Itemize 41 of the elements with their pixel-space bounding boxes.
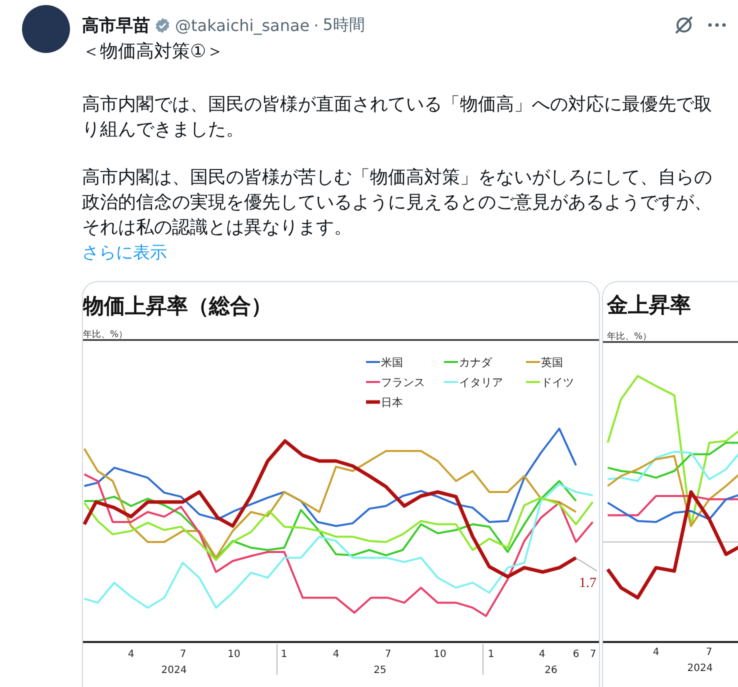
post-title: ＜物価高対策①＞ [82, 40, 226, 64]
avatar[interactable] [22, 5, 70, 53]
author-handle[interactable]: @takaichi_sanae [175, 16, 310, 34]
tick-label: 4 [538, 649, 546, 660]
more-icon[interactable] [708, 23, 726, 27]
legend-label: イタリア [459, 376, 503, 389]
year-label: 2024 [161, 665, 187, 676]
tick-label: 7 [384, 649, 392, 660]
leader-line [576, 558, 598, 572]
tick-label: 1 [280, 649, 288, 660]
tick-label: 10 [434, 649, 446, 660]
tick-label: 4 [128, 649, 134, 660]
tick-label: 10 [228, 649, 240, 660]
unit-label: 年比、%） [607, 332, 652, 342]
legend-label: 英国 [541, 356, 563, 369]
slashed-circle-icon[interactable] [674, 15, 694, 35]
legend-label: フランス [381, 376, 425, 389]
year-label: 26 [544, 665, 558, 676]
tick-label: 4 [652, 647, 660, 658]
post-paragraph: 高市内閣は、国民の皆様が苦しむ「物価高対策」をないがしろにして、自らの政治的信念の実現を優先しているように見えるとのご意見があるようですが、それは私の認識とは異なります。 [82, 166, 712, 240]
tick-label: 1 [488, 649, 494, 660]
chart-image[interactable]: 金上昇率 年比、%） 4 7 2024 [602, 281, 738, 687]
unit-label: 年比、%） [83, 330, 128, 340]
post-paragraph: 高市内閣では、国民の皆様が直面されている「物価高」への対応に最優先で取り組んできました。 [82, 93, 712, 142]
year-label: 2024 [687, 663, 713, 674]
chart-title: 金上昇率 [607, 293, 691, 317]
legend-label: 日本 [381, 396, 403, 409]
tick-label: 6 [572, 649, 580, 660]
tick-label: 4 [332, 649, 340, 660]
tick-label: 7 [180, 649, 186, 660]
year-label: 25 [374, 665, 386, 676]
legend-label: カナダ [459, 356, 492, 369]
tick-label: 7 [590, 649, 596, 660]
end-value-label: 1.7 [579, 576, 596, 591]
separator-dot: · [314, 16, 319, 34]
author-name[interactable]: 高市早苗 [82, 14, 150, 36]
tick-label: 7 [706, 647, 712, 658]
post-time[interactable]: 5時間 [322, 14, 365, 36]
legend-label: ドイツ [541, 376, 574, 389]
legend-label: 米国 [381, 356, 403, 369]
verified-badge-icon [154, 16, 171, 34]
